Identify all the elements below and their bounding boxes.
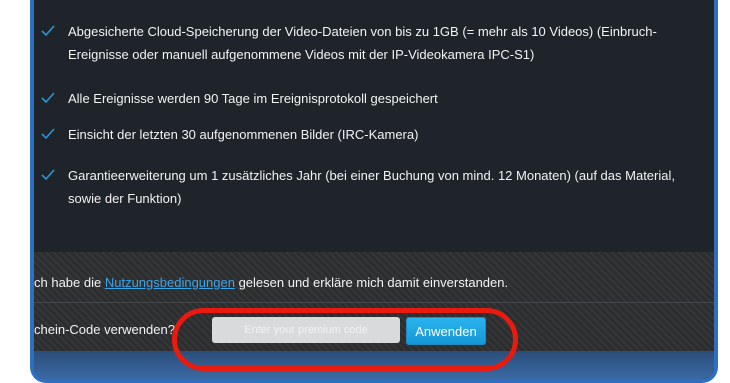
feature-line: sowie der Funktion) bbox=[68, 191, 182, 206]
consent-text-before: ch habe die bbox=[34, 275, 105, 290]
bottom-bar bbox=[34, 351, 714, 379]
feature-line: Einsicht der letzten 30 aufgenommenen Bi… bbox=[68, 127, 419, 142]
feature-list: Abgesicherte Cloud-Speicherung der Video… bbox=[34, 0, 714, 252]
feature-line: Alle Ereignisse werden 90 Tage im Ereign… bbox=[68, 91, 438, 106]
checkmark-icon bbox=[41, 92, 55, 104]
apply-button[interactable]: Anwenden bbox=[406, 317, 486, 345]
checkmark-icon bbox=[41, 25, 55, 37]
coupon-label: chein-Code verwenden? bbox=[34, 322, 175, 337]
terms-link[interactable]: Nutzungsbedingungen bbox=[105, 275, 235, 290]
premium-code-input[interactable] bbox=[212, 317, 400, 343]
feature-line: Ereignisse oder manuell aufgenommene Vid… bbox=[68, 47, 535, 62]
consent-text-after: gelesen und erkläre mich damit einversta… bbox=[234, 275, 509, 290]
divider bbox=[34, 302, 714, 303]
terms-consent: ch habe die Nutzungsbedingungen gelesen … bbox=[34, 275, 508, 290]
checkmark-icon bbox=[41, 128, 55, 140]
checkmark-icon bbox=[41, 169, 55, 181]
feature-line: Garantieerweiterung um 1 zusätzliches Ja… bbox=[68, 168, 675, 183]
premium-panel: Abgesicherte Cloud-Speicherung der Video… bbox=[30, 0, 718, 383]
feature-line: Abgesicherte Cloud-Speicherung der Video… bbox=[68, 24, 657, 39]
